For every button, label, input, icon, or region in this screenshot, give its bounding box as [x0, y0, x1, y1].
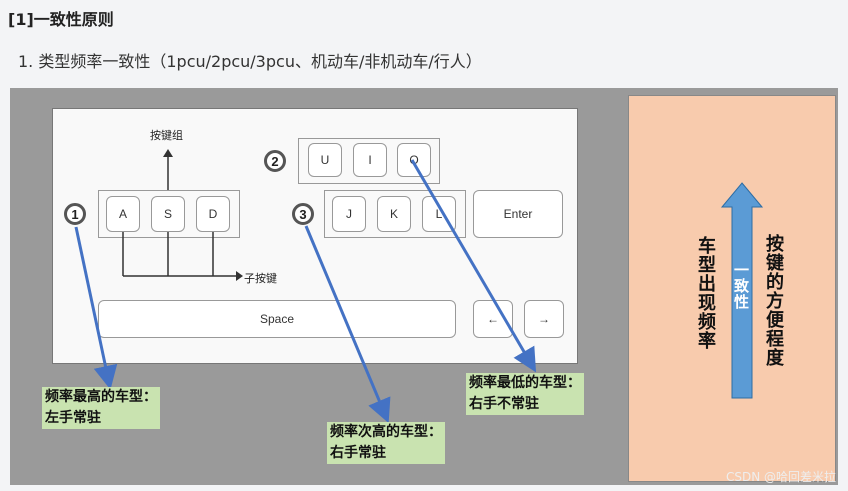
- vehicle-frequency-label: 车型出现频率: [695, 236, 716, 350]
- watermark: CSDN @哈回差米拉: [725, 470, 836, 484]
- consistency-arrow: [720, 182, 764, 399]
- key-convenience-label: 按键的方便程度: [763, 234, 784, 367]
- consistency-label: 一致性: [732, 262, 750, 310]
